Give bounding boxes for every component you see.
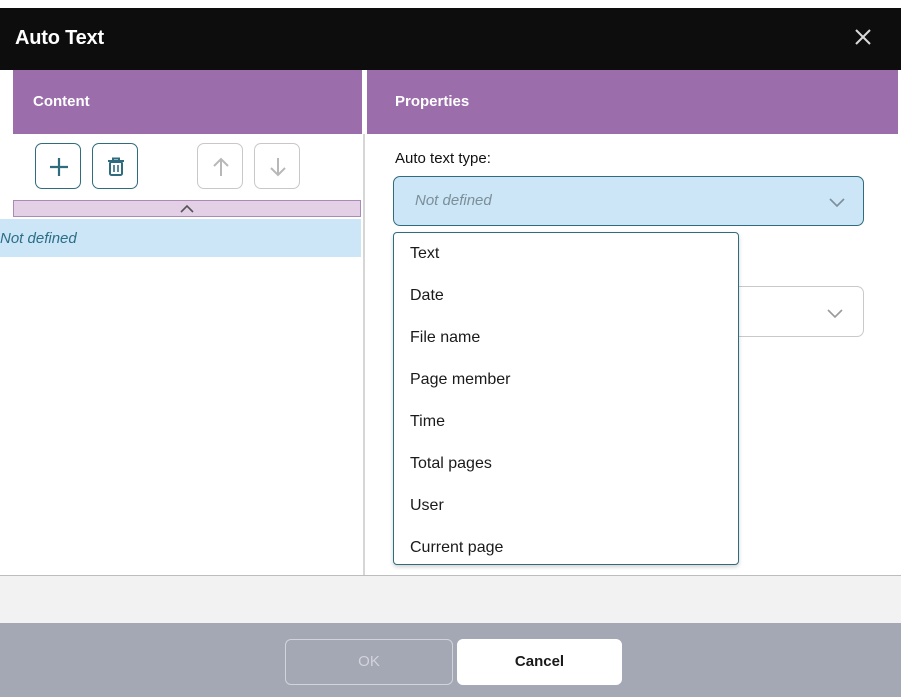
trash-icon bbox=[108, 157, 124, 176]
arrow-down-icon bbox=[270, 158, 286, 177]
auto-text-type-label: Auto text type: bbox=[395, 150, 491, 167]
dropdown-option-page-member[interactable]: Page member bbox=[410, 371, 511, 389]
collapse-toggle[interactable] bbox=[13, 200, 361, 217]
dialog-titlebar: Auto Text bbox=[0, 8, 901, 70]
content-panel-header: Content bbox=[13, 70, 362, 134]
close-icon[interactable] bbox=[850, 24, 876, 50]
auto-text-type-value: Not defined bbox=[415, 192, 492, 209]
dialog-left-edge bbox=[0, 70, 13, 575]
dropdown-option-current-page[interactable]: Current page bbox=[410, 539, 503, 557]
dropdown-option-file-name[interactable]: File name bbox=[410, 329, 480, 347]
auto-text-type-select[interactable]: Not defined bbox=[393, 176, 864, 226]
content-panel-title: Content bbox=[33, 93, 90, 110]
list-item-label: Not defined bbox=[0, 230, 77, 247]
chevron-up-icon bbox=[180, 204, 194, 213]
delete-button[interactable] bbox=[92, 143, 138, 189]
list-item[interactable]: Not defined bbox=[0, 219, 361, 257]
content-spacer bbox=[0, 576, 901, 623]
ok-button[interactable]: OK bbox=[285, 639, 453, 685]
dropdown-option-text[interactable]: Text bbox=[410, 245, 439, 263]
dialog-footer: OK Cancel bbox=[0, 623, 901, 697]
move-down-button[interactable] bbox=[254, 143, 300, 189]
dropdown-option-user[interactable]: User bbox=[410, 497, 444, 515]
plus-icon bbox=[50, 158, 68, 176]
arrow-up-icon bbox=[213, 157, 229, 176]
properties-panel-header: Properties bbox=[367, 70, 898, 134]
move-up-button[interactable] bbox=[197, 143, 243, 189]
dropdown-option-time[interactable]: Time bbox=[410, 413, 445, 431]
dropdown-option-date[interactable]: Date bbox=[410, 287, 444, 305]
window-top-edge bbox=[0, 0, 901, 8]
add-button[interactable] bbox=[35, 143, 81, 189]
panel-divider bbox=[363, 134, 365, 575]
secondary-select[interactable] bbox=[737, 286, 864, 337]
chevron-down-icon bbox=[829, 198, 845, 208]
cancel-button[interactable]: Cancel bbox=[457, 639, 622, 685]
properties-panel-title: Properties bbox=[395, 93, 470, 110]
dropdown-option-total-pages[interactable]: Total pages bbox=[410, 455, 492, 473]
auto-text-type-dropdown: Text Date File name Page member Time Tot… bbox=[393, 232, 739, 565]
chevron-down-icon bbox=[827, 309, 843, 319]
dialog-title: Auto Text bbox=[15, 27, 104, 49]
